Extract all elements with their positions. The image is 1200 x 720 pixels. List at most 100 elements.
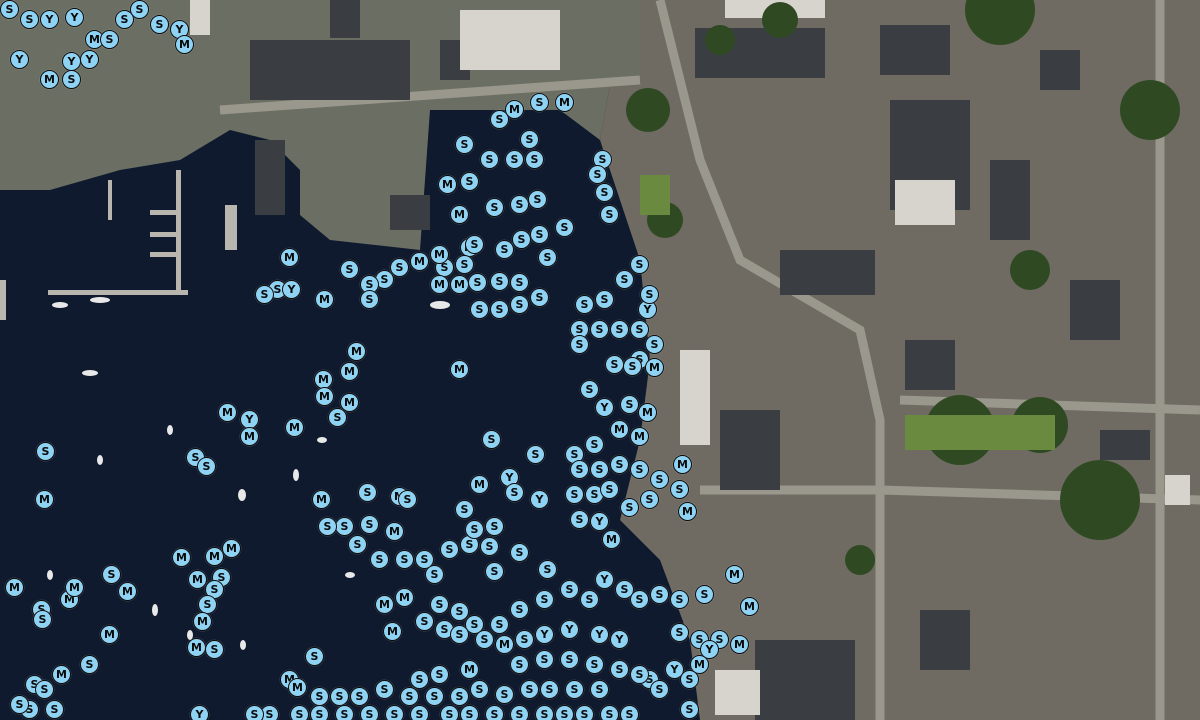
map-marker-s[interactable]: S	[485, 517, 504, 536]
map-marker-m[interactable]: M	[187, 638, 206, 657]
map-marker-s[interactable]: S	[510, 543, 529, 562]
map-marker-s[interactable]: S	[590, 320, 609, 339]
map-marker-s[interactable]: S	[510, 600, 529, 619]
map-marker-s[interactable]: S	[80, 655, 99, 674]
map-marker-m[interactable]: M	[315, 290, 334, 309]
map-marker-s[interactable]: S	[440, 705, 459, 720]
map-marker-m[interactable]: M	[375, 595, 394, 614]
map-marker-s[interactable]: S	[358, 483, 377, 502]
map-marker-s[interactable]: S	[585, 655, 604, 674]
map-marker-s[interactable]: S	[450, 687, 469, 706]
map-marker-s[interactable]: S	[45, 700, 64, 719]
map-marker-m[interactable]: M	[175, 35, 194, 54]
map-marker-m[interactable]: M	[312, 490, 331, 509]
map-marker-s[interactable]: S	[510, 705, 529, 720]
map-marker-s[interactable]: S	[340, 260, 359, 279]
map-marker-s[interactable]: S	[490, 272, 509, 291]
map-marker-m[interactable]: M	[288, 678, 307, 697]
map-marker-y[interactable]: Y	[62, 52, 81, 71]
map-marker-m[interactable]: M	[218, 403, 237, 422]
map-marker-y[interactable]: Y	[595, 398, 614, 417]
map-marker-s[interactable]: S	[505, 483, 524, 502]
map-marker-s[interactable]: S	[580, 590, 599, 609]
map-marker-s[interactable]: S	[455, 500, 474, 519]
map-marker-m[interactable]: M	[450, 205, 469, 224]
map-marker-m[interactable]: M	[222, 539, 241, 558]
map-marker-s[interactable]: S	[460, 705, 479, 720]
map-marker-s[interactable]: S	[100, 30, 119, 49]
map-marker-m[interactable]: M	[40, 70, 59, 89]
map-marker-s[interactable]: S	[680, 670, 699, 689]
map-marker-m[interactable]: M	[730, 635, 749, 654]
map-marker-s[interactable]: S	[335, 705, 354, 720]
map-marker-m[interactable]: M	[280, 248, 299, 267]
map-marker-s[interactable]: S	[600, 705, 619, 720]
map-marker-s[interactable]: S	[360, 515, 379, 534]
map-marker-m[interactable]: M	[630, 427, 649, 446]
map-marker-s[interactable]: S	[645, 335, 664, 354]
map-marker-y[interactable]: Y	[595, 570, 614, 589]
map-marker-s[interactable]: S	[455, 135, 474, 154]
map-marker-m[interactable]: M	[430, 245, 449, 264]
map-marker-m[interactable]: M	[555, 93, 574, 112]
map-marker-s[interactable]: S	[512, 230, 531, 249]
map-marker-s[interactable]: S	[330, 687, 349, 706]
map-marker-m[interactable]: M	[347, 342, 366, 361]
map-marker-s[interactable]: S	[490, 615, 509, 634]
map-marker-s[interactable]: S	[290, 705, 309, 720]
map-marker-s[interactable]: S	[535, 705, 554, 720]
map-marker-m[interactable]: M	[285, 418, 304, 437]
map-marker-s[interactable]: S	[495, 240, 514, 259]
map-marker-s[interactable]: S	[535, 590, 554, 609]
map-marker-s[interactable]: S	[305, 647, 324, 666]
map-marker-s[interactable]: S	[10, 695, 29, 714]
map-marker-y[interactable]: Y	[190, 705, 209, 720]
map-marker-s[interactable]: S	[0, 0, 19, 19]
map-marker-y[interactable]: Y	[535, 625, 554, 644]
map-marker-s[interactable]: S	[630, 590, 649, 609]
map-marker-s[interactable]: S	[465, 235, 484, 254]
map-marker-s[interactable]: S	[640, 285, 659, 304]
map-marker-m[interactable]: M	[118, 582, 137, 601]
map-marker-s[interactable]: S	[670, 480, 689, 499]
map-marker-s[interactable]: S	[538, 248, 557, 267]
map-marker-m[interactable]: M	[495, 635, 514, 654]
map-marker-s[interactable]: S	[245, 705, 264, 720]
map-marker-y[interactable]: Y	[80, 50, 99, 69]
map-marker-m[interactable]: M	[450, 360, 469, 379]
map-marker-s[interactable]: S	[400, 687, 419, 706]
map-marker-s[interactable]: S	[623, 357, 642, 376]
map-marker-s[interactable]: S	[410, 670, 429, 689]
map-marker-s[interactable]: S	[580, 380, 599, 399]
map-marker-s[interactable]: S	[585, 435, 604, 454]
map-marker-s[interactable]: S	[510, 655, 529, 674]
map-marker-s[interactable]: S	[610, 320, 629, 339]
map-marker-s[interactable]: S	[482, 430, 501, 449]
map-marker-s[interactable]: S	[535, 650, 554, 669]
map-marker-s[interactable]: S	[510, 295, 529, 314]
map-marker-s[interactable]: S	[36, 442, 55, 461]
map-marker-m[interactable]: M	[315, 387, 334, 406]
map-marker-s[interactable]: S	[650, 680, 669, 699]
map-marker-s[interactable]: S	[630, 320, 649, 339]
map-marker-m[interactable]: M	[240, 427, 259, 446]
map-marker-s[interactable]: S	[480, 537, 499, 556]
map-marker-s[interactable]: S	[520, 680, 539, 699]
map-marker-m[interactable]: M	[52, 665, 71, 684]
map-marker-s[interactable]: S	[398, 490, 417, 509]
map-marker-s[interactable]: S	[530, 225, 549, 244]
map-marker-s[interactable]: S	[570, 460, 589, 479]
map-marker-y[interactable]: Y	[590, 512, 609, 531]
map-marker-s[interactable]: S	[570, 510, 589, 529]
map-marker-s[interactable]: S	[630, 255, 649, 274]
map-marker-s[interactable]: S	[570, 335, 589, 354]
map-marker-s[interactable]: S	[530, 288, 549, 307]
map-marker-m[interactable]: M	[673, 455, 692, 474]
map-marker-s[interactable]: S	[410, 705, 429, 720]
map-marker-s[interactable]: S	[540, 680, 559, 699]
map-marker-s[interactable]: S	[395, 550, 414, 569]
map-marker-s[interactable]: S	[620, 705, 639, 720]
map-marker-s[interactable]: S	[205, 640, 224, 659]
map-marker-s[interactable]: S	[650, 470, 669, 489]
map-marker-s[interactable]: S	[475, 630, 494, 649]
